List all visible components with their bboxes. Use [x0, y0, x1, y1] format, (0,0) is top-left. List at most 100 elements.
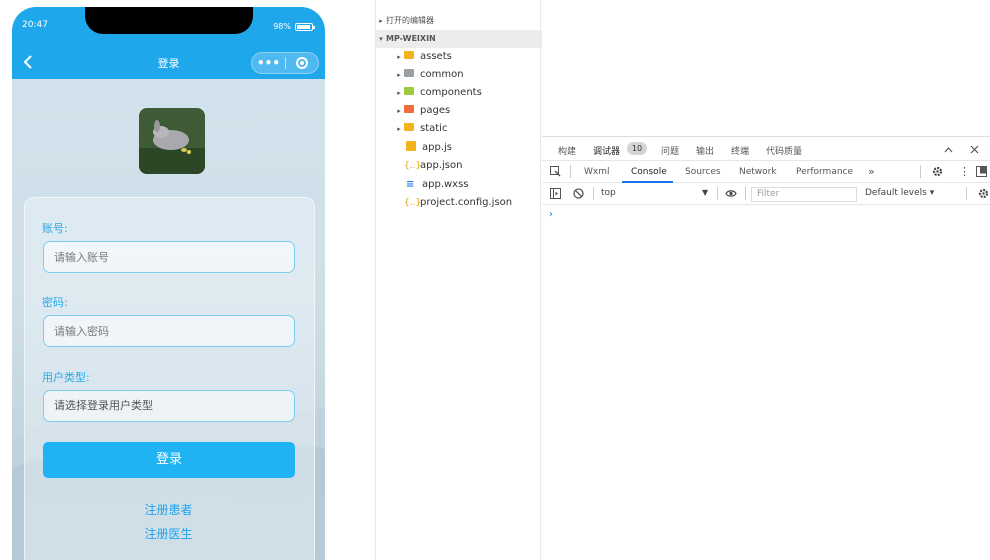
password-label: 密码: — [42, 296, 68, 309]
file-explorer: ▸ 打开的编辑器 ▾ MP-WEIXIN ▸ assets ▸ common ▸ comp… — [375, 0, 542, 560]
filter-input[interactable]: Filter — [751, 187, 857, 202]
tab-issues[interactable]: 问题 — [661, 144, 679, 157]
toolbar-divider — [920, 165, 921, 178]
folder-icon — [404, 51, 414, 59]
tree-item-label: assets — [420, 51, 452, 62]
tab-build[interactable]: 构建 — [558, 144, 576, 157]
tree-item-label: static — [420, 123, 448, 134]
collapsed-triangle-icon: ▸ — [397, 71, 401, 79]
tab-sources[interactable]: Sources — [685, 167, 721, 177]
account-input[interactable] — [43, 241, 295, 273]
dock-icon[interactable] — [976, 166, 987, 177]
folder-icon — [404, 123, 414, 131]
tree-item-app-json[interactable]: {..}app.json — [376, 157, 542, 175]
collapsed-triangle-icon: ▸ — [379, 17, 383, 25]
tree-item-app-js[interactable]: app.js — [376, 139, 542, 157]
simulator-panel: 20:47 98% 登录 ••• 账号: 请输入账号 密码: 请输入密码 用户类… — [0, 0, 375, 560]
project-root[interactable]: ▾ MP-WEIXIN — [376, 30, 542, 48]
password-input[interactable] — [43, 315, 295, 347]
wxss-file-icon: ≡ — [406, 179, 415, 190]
tab-performance[interactable]: Performance — [796, 167, 853, 177]
open-editors-label: 打开的编辑器 — [386, 16, 434, 25]
tab-debugger[interactable]: 调试器 — [593, 144, 620, 157]
project-root-label: MP-WEIXIN — [386, 34, 436, 43]
collapsed-triangle-icon: ▸ — [397, 53, 401, 61]
tree-item-static[interactable]: ▸ static — [376, 120, 542, 138]
toolbar-divider — [966, 187, 967, 200]
tree-item-label: app.js — [422, 142, 452, 153]
tree-item-label: app.wxss — [422, 179, 469, 190]
toolbar-divider — [745, 187, 746, 200]
expanded-triangle-icon: ▾ — [379, 35, 383, 43]
tree-item-common[interactable]: ▸ common — [376, 66, 542, 84]
tree-item-components[interactable]: ▸ components — [376, 84, 542, 102]
json-file-icon: {..} — [404, 198, 422, 208]
context-selector[interactable]: top — [601, 188, 616, 198]
avatar-image — [139, 108, 205, 174]
tab-wxml[interactable]: Wxml — [584, 167, 610, 177]
tree-item-label: pages — [420, 105, 451, 116]
login-button[interactable]: 登录 — [43, 442, 295, 478]
tree-item-app-wxss[interactable]: ≡ app.wxss — [376, 176, 542, 194]
status-time: 20:47 — [22, 20, 48, 30]
register-patient-link[interactable]: 注册患者 — [12, 501, 325, 518]
tree-item-project-config[interactable]: {..}project.config.json — [376, 194, 542, 212]
register-doctor-link[interactable]: 注册医生 — [12, 525, 325, 542]
js-file-icon — [406, 141, 416, 151]
tab-terminal[interactable]: 终端 — [731, 144, 749, 157]
gear-icon[interactable] — [932, 166, 943, 177]
chevron-up-icon[interactable] — [944, 146, 953, 153]
phone-screen: 20:47 98% 登录 ••• 账号: 请输入账号 密码: 请输入密码 用户类… — [12, 7, 325, 560]
folder-icon — [404, 69, 414, 77]
navigation-bar: 登录 ••• — [12, 45, 325, 79]
tree-item-label: components — [420, 87, 482, 98]
battery-percent: 98% — [273, 22, 291, 31]
console-prompt[interactable]: › — [549, 209, 553, 220]
collapsed-triangle-icon: ▸ — [397, 107, 401, 115]
kebab-menu-icon[interactable]: ⋮ — [959, 165, 970, 178]
usertype-select[interactable]: 请选择登录用户类型 — [43, 390, 295, 422]
inspect-element-icon[interactable] — [550, 166, 561, 177]
collapsed-triangle-icon: ▸ — [397, 89, 401, 97]
toolbar-divider — [570, 165, 571, 178]
tree-item-label: app.json — [420, 160, 463, 171]
battery-icon — [295, 22, 315, 31]
tree-item-assets[interactable]: ▸ assets — [376, 48, 542, 66]
tab-network[interactable]: Network — [739, 167, 777, 177]
battery-indicator: 98% — [273, 22, 315, 31]
devtools-top-tabs: 构建 调试器 10 问题 输出 终端 代码质量 — [542, 137, 990, 161]
phone-notch — [85, 7, 253, 34]
target-icon — [295, 57, 308, 69]
close-icon[interactable] — [970, 145, 979, 154]
toolbar-divider — [717, 187, 718, 200]
tab-code-quality[interactable]: 代码质量 — [766, 144, 802, 157]
devtools-panel: 构建 调试器 10 问题 输出 终端 代码质量 Wxml Console Sou… — [542, 136, 990, 560]
tab-output[interactable]: 输出 — [696, 144, 714, 157]
close-miniprogram-button[interactable] — [286, 57, 318, 69]
tree-item-label: project.config.json — [420, 197, 513, 208]
eye-icon[interactable] — [725, 189, 737, 198]
toolbar-divider — [593, 187, 594, 200]
menu-capsule: ••• — [251, 52, 319, 74]
context-dropdown-icon[interactable]: ▼ — [702, 188, 708, 197]
console-settings-icon[interactable] — [978, 188, 989, 199]
sidebar-toggle-icon[interactable] — [550, 188, 561, 199]
more-icon[interactable]: ••• — [252, 53, 285, 73]
tab-console[interactable]: Console — [631, 167, 667, 177]
usertype-label: 用户类型: — [42, 371, 90, 384]
folder-icon — [404, 87, 414, 95]
account-label: 账号: — [42, 222, 68, 235]
console-toolbar: top ▼ Filter Default levels ▾ — [542, 183, 990, 205]
open-editors-section[interactable]: ▸ 打开的编辑器 — [376, 12, 542, 30]
tree-item-pages[interactable]: ▸ pages — [376, 102, 542, 120]
collapsed-triangle-icon: ▸ — [397, 125, 401, 133]
app-window: 20:47 98% 登录 ••• 账号: 请输入账号 密码: 请输入密码 用户类… — [0, 0, 990, 560]
folder-icon — [404, 105, 414, 113]
devtools-panel-tabs: Wxml Console Sources Network Performance… — [542, 161, 990, 183]
debugger-count-badge: 10 — [627, 142, 647, 155]
log-levels-dropdown[interactable]: Default levels ▾ — [865, 188, 934, 198]
clear-console-icon[interactable] — [573, 188, 584, 199]
json-file-icon: {..} — [404, 161, 422, 171]
tree-item-label: common — [420, 69, 464, 80]
more-tabs-button[interactable]: » — [868, 165, 875, 178]
